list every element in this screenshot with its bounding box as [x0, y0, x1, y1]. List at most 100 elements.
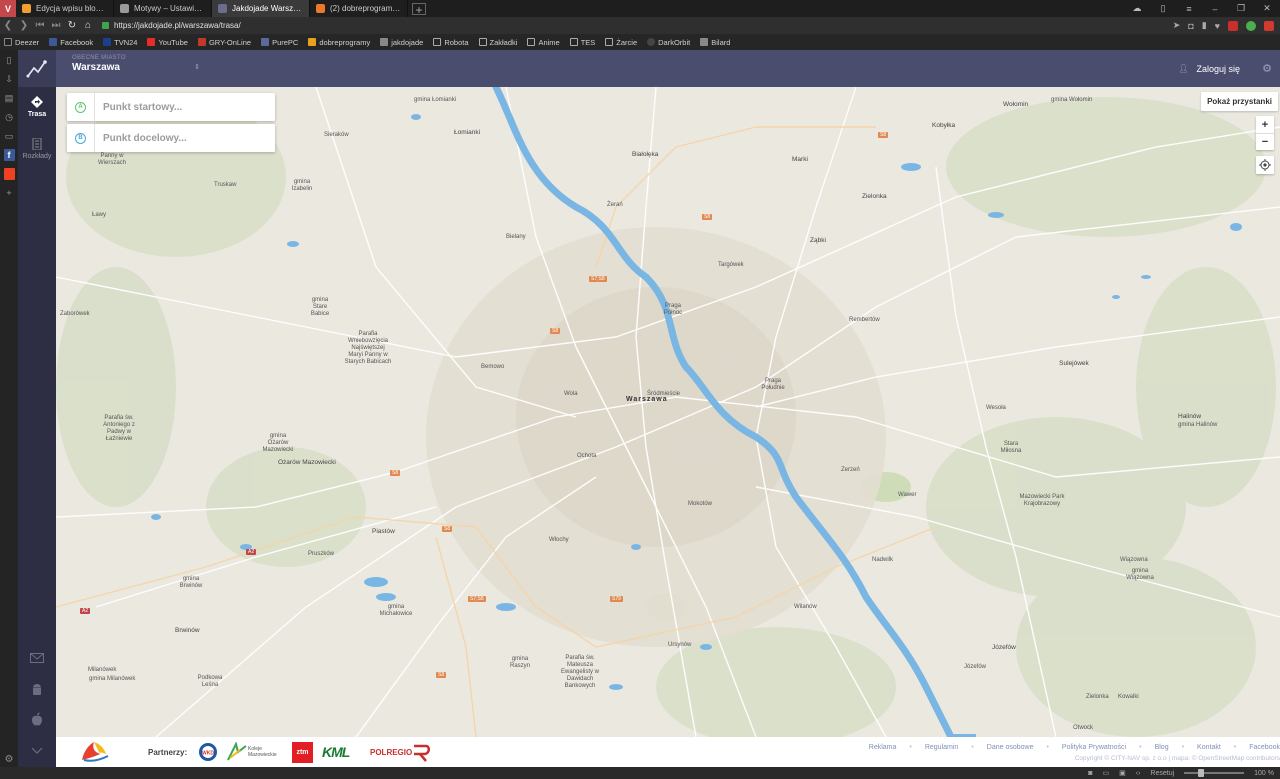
sidebar-item-timetables[interactable]: Rozkłady: [18, 129, 56, 171]
screenshot-icon[interactable]: ◙: [1088, 770, 1092, 777]
city-selector[interactable]: OBECNE MIASTO Warszawa ⇕: [72, 55, 200, 83]
partner-wkd-logo[interactable]: WKD: [198, 741, 218, 763]
android-icon[interactable]: [18, 683, 56, 697]
downloads-icon[interactable]: ⇩: [4, 73, 15, 85]
darkorbit-icon: [647, 38, 656, 46]
notes-icon[interactable]: ▤: [4, 92, 15, 104]
forward-icon[interactable]: ❯: [16, 20, 32, 31]
add-panel-icon[interactable]: +: [4, 187, 15, 199]
heart-icon[interactable]: ♥: [1215, 21, 1220, 31]
reload-icon[interactable]: ↻: [64, 20, 80, 31]
partner-polregio-logo[interactable]: POLREGIO: [370, 741, 432, 763]
address-bar-tools: ➤ ◘ ▮ ♥: [1173, 20, 1280, 31]
reset-zoom-button[interactable]: Resetuj: [1150, 770, 1174, 777]
tabs-icon[interactable]: ▭: [4, 130, 15, 142]
bookmark-item[interactable]: DarkOrbit: [647, 38, 690, 47]
bookmark-item[interactable]: dobreprogramy: [308, 38, 370, 47]
footer-link-privacy[interactable]: Polityka Prywatności: [1062, 744, 1126, 751]
browser-tab[interactable]: Edycja wpisu blogowego – d: [16, 0, 114, 17]
extension-red-icon[interactable]: [1228, 20, 1238, 31]
close-icon[interactable]: ✕: [1254, 3, 1280, 14]
window-icon[interactable]: ▭: [1102, 769, 1109, 777]
route-diamond-icon: [31, 96, 43, 108]
bookmark-label: Żarcie: [616, 37, 638, 47]
bookmark-item[interactable]: YouTube: [147, 38, 188, 47]
history-icon[interactable]: ◷: [4, 111, 15, 123]
extension-adblock-icon[interactable]: [1264, 20, 1274, 31]
bookmarks-icon[interactable]: ▯: [4, 54, 15, 66]
fast-forward-icon[interactable]: ⏭: [48, 20, 64, 31]
zoom-in-button[interactable]: +: [1256, 116, 1274, 133]
map-label: gmina Michałowice: [379, 604, 413, 617]
jakdojade-logo-icon[interactable]: [18, 50, 56, 87]
zoom-slider[interactable]: [1184, 769, 1245, 777]
end-point-input[interactable]: [103, 132, 263, 144]
tab-title: Edycja wpisu blogowego – d: [36, 4, 107, 13]
footer-link-blog[interactable]: Blog: [1155, 744, 1169, 751]
sidebar-item-route[interactable]: Trasa: [18, 87, 56, 129]
chevron-down-icon[interactable]: [18, 747, 56, 754]
send-icon[interactable]: ➤: [1173, 20, 1181, 31]
mail-icon[interactable]: [18, 653, 56, 663]
apple-icon[interactable]: [18, 712, 56, 726]
zoom-out-button[interactable]: −: [1256, 133, 1274, 150]
footer-link-personal-data[interactable]: Dane osobowe: [987, 744, 1034, 751]
bookmark-folder[interactable]: Anime: [527, 38, 560, 47]
bookmark-item[interactable]: Deezer: [4, 38, 39, 47]
opera-menu-icon[interactable]: V: [0, 0, 16, 17]
back-icon[interactable]: ❮: [0, 20, 16, 31]
locate-me-button[interactable]: [1256, 156, 1274, 174]
url-field[interactable]: https://jakdojade.pl/warszawa/trasa/: [102, 19, 1173, 32]
start-point-input[interactable]: [103, 101, 263, 113]
new-tab-button[interactable]: +: [412, 2, 426, 16]
tab-menu-icon[interactable]: ≡: [1176, 4, 1202, 14]
bookmark-item[interactable]: GRY-OnLine: [197, 38, 251, 47]
map-label: Piastów: [372, 528, 395, 535]
cloud-icon[interactable]: ☁: [1124, 3, 1150, 14]
gear-icon[interactable]: ⚙: [1262, 62, 1272, 75]
bookmark-item[interactable]: Facebook: [49, 38, 93, 47]
browser-tab[interactable]: (2) dobreprogramy – portal: [310, 0, 408, 17]
facebook-messenger-icon[interactable]: f: [3, 149, 15, 161]
footer-link-ads[interactable]: Reklama: [869, 744, 897, 751]
end-point-field[interactable]: B: [67, 124, 275, 152]
minimize-icon[interactable]: –: [1202, 4, 1228, 14]
map-label: gmina Ożarów Mazowiecki: [262, 433, 294, 453]
bookmark-folder[interactable]: Zakładki: [478, 38, 517, 47]
footer-link-facebook[interactable]: Facebook: [1249, 744, 1280, 751]
secure-lock-icon[interactable]: [102, 22, 109, 29]
bookmark-folder[interactable]: Robota: [433, 38, 469, 47]
settings-icon[interactable]: ⚙: [5, 754, 14, 765]
road-number: A2: [246, 549, 257, 555]
bookmark-folder[interactable]: Żarcie: [605, 38, 637, 47]
extension-panel-icon[interactable]: [3, 168, 15, 180]
image-icon[interactable]: ▣: [1119, 769, 1126, 777]
camera-icon[interactable]: ◘: [1188, 21, 1193, 31]
browser-tab[interactable]: Motywy – Ustawienia: [114, 0, 212, 17]
bookmark-item[interactable]: jakdojade: [380, 38, 423, 47]
show-stops-button[interactable]: Pokaż przystanki: [1201, 92, 1278, 111]
footer-link-terms[interactable]: Regulamin: [925, 744, 958, 751]
map-view[interactable]: gmina Łomianki Łomianki Białołęka Marki …: [56, 87, 1280, 737]
bookmark-item[interactable]: Bilard: [700, 38, 730, 47]
bookmark-item[interactable]: PurePC: [261, 38, 298, 47]
browser-tab-active[interactable]: Jakdojade Warszawa: [212, 0, 310, 17]
bookmark-label: PurePC: [272, 37, 299, 47]
trash-icon[interactable]: ▯: [1150, 3, 1176, 14]
bookmark-item[interactable]: TVN24: [103, 38, 137, 47]
start-point-field[interactable]: A: [67, 93, 275, 121]
login-button[interactable]: 👤︎ Zaloguj się: [1178, 50, 1240, 87]
home-icon[interactable]: ⌂: [80, 20, 96, 31]
bookmark-icon[interactable]: ▮: [1202, 20, 1207, 31]
footer-link-contact[interactable]: Kontakt: [1197, 744, 1221, 751]
maximize-icon[interactable]: ❐: [1228, 3, 1254, 14]
rewind-icon[interactable]: ⏮: [32, 20, 48, 31]
partner-km-logo[interactable]: Koleje Mazowieckie: [226, 741, 280, 763]
map-label: Wesoła: [986, 405, 1006, 411]
code-icon[interactable]: ‹›: [1136, 770, 1141, 777]
bookmark-folder[interactable]: TES: [569, 38, 595, 47]
partner-ztm-logo[interactable]: ztm: [292, 742, 313, 763]
partner-kml-logo[interactable]: KML: [322, 741, 350, 763]
bookmark-label: Facebook: [60, 37, 94, 47]
extension-chrome-icon[interactable]: [1246, 20, 1256, 31]
